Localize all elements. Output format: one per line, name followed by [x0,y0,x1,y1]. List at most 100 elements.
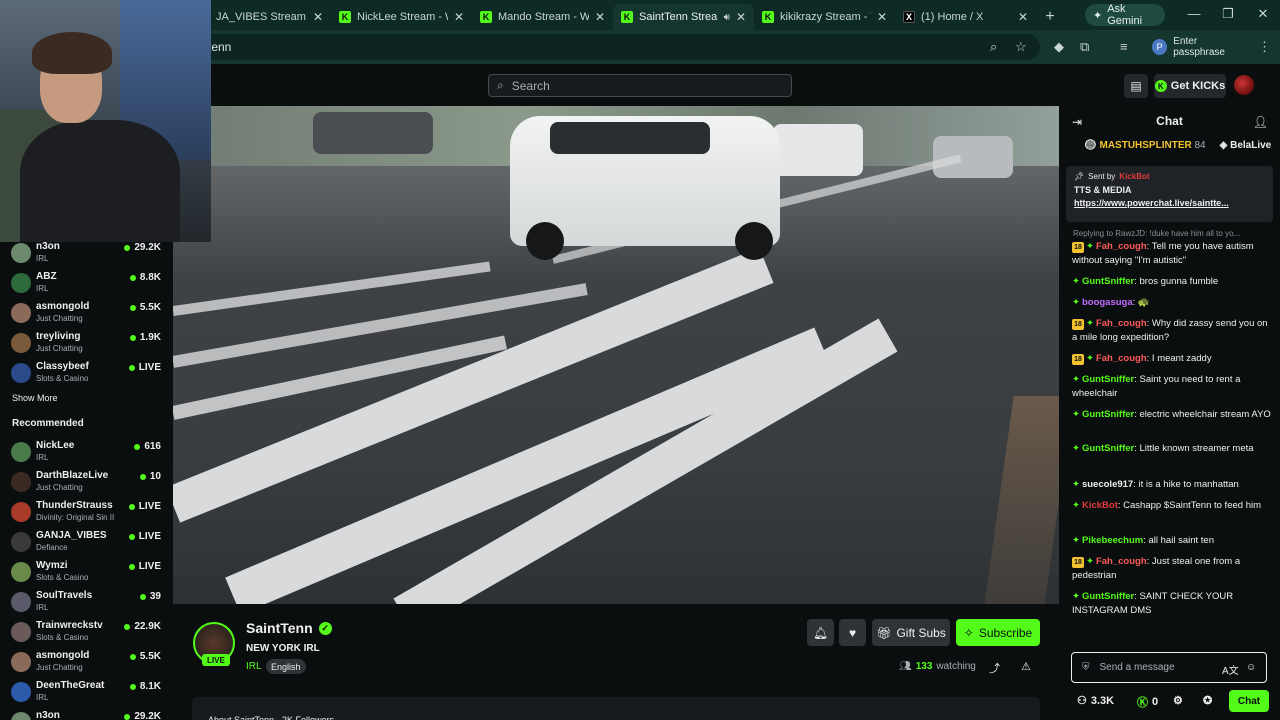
top-gifter[interactable]: 🟡︎ MASTUHSPLINTER 84 [1084,140,1206,160]
sidebar-channel[interactable]: SoulTravels IRL 39 [0,588,173,618]
gift-subs-button[interactable]: 🎁︎ Gift Subs [872,619,950,646]
gift-subs-label: Gift Subs [896,625,946,640]
get-kicks-button[interactable]: K Get KICKs [1154,74,1226,98]
chat-username[interactable]: boogasuga [1082,297,1133,308]
chat-username[interactable]: GuntSniffer [1082,443,1134,454]
sidebar-channel[interactable]: Classybeef Slots & Casino LIVE [0,359,173,389]
chat-message[interactable]: ✦ boogasuga: 🐢 [1072,296,1272,310]
share-icon[interactable]: ⤴ [989,660,1000,676]
layout-icon[interactable]: ▤ [1124,74,1148,98]
sidebar-channel[interactable]: ThunderStrauss Divinity: Original Sin II L… [0,498,173,528]
chat-message[interactable]: ✦ GuntSniffer: SAINT CHECK YOUR INSTAGRAM… [1072,590,1272,618]
tab-close-icon[interactable]: ✕ [1018,10,1028,24]
browser-tab[interactable]: K SaintTenn Stream 🔊︎ ✕ [613,4,754,30]
tab-close-icon[interactable]: ✕ [454,10,464,24]
tab-close-icon[interactable]: ✕ [877,10,887,24]
footer-kicks[interactable]: Ⓚ 0 [1137,694,1158,710]
settings-gear-icon[interactable]: ⚙ [1173,694,1183,707]
sidebar-channel[interactable]: DarthBlazeLive Just Chatting 10 [0,468,173,498]
chat-username[interactable]: GuntSniffer [1082,409,1134,420]
browser-tab[interactable]: KJA_VIBES Stream - Watc✕ [190,4,331,30]
chat-message[interactable]: ✦ GuntSniffer: Saint you need to rent a w… [1072,373,1272,401]
chat-send-button[interactable]: Chat [1229,690,1269,712]
language-tag[interactable]: English [266,659,306,674]
chat-message[interactable]: ✦ GuntSniffer: bros gunna fumble [1072,275,1272,289]
sidebar-channel[interactable]: treyliving Just Chatting 1.9K [0,329,173,359]
chat-users-icon[interactable]: 👤︎ [1253,115,1268,129]
chat-message[interactable]: 18 ✦ Fah_cough: Tell me you have autism wi… [1072,240,1272,268]
sidebar-channel[interactable]: Trainwreckstv Slots & Casino 22.9K [0,618,173,648]
emoji-icon[interactable]: ☺ [1246,662,1256,673]
chat-message[interactable]: ✦ KickBot: Cashapp $SaintTenn to feed him [1072,499,1272,513]
sidebar-channel[interactable]: asmongold Just Chatting 5.5K [0,648,173,678]
emote-icon[interactable]: ✪ [1203,694,1212,707]
chat-username[interactable]: Fah_cough [1096,241,1147,252]
chat-username[interactable]: GuntSniffer [1082,276,1134,287]
chat-username[interactable]: Fah_cough [1096,318,1147,329]
sidebar-channel[interactable]: asmongold Just Chatting 5.5K [0,299,173,329]
report-icon[interactable]: ⚠ [1021,660,1031,673]
tab-close-icon[interactable]: ✕ [736,10,746,24]
sidebar-channel[interactable]: ABZ IRL 8.8K [0,269,173,299]
tab-close-icon[interactable]: ✕ [595,10,605,24]
bookmark-star-icon[interactable]: ☆ [1015,39,1027,55]
sidebar-channel[interactable]: n3on IRL 29.2K [0,239,173,269]
browser-tab[interactable]: K NickLee Stream - Watc ✕ [331,4,472,30]
browser-menu-icon[interactable]: ⋮ [1258,39,1271,55]
notification-bell-icon[interactable]: 🔔︎ [807,619,834,646]
chat-message[interactable]: ✦ Pikebeechum: all hail saint ten [1072,534,1272,548]
ask-gemini-button[interactable]: ✦ Ask Gemini [1085,3,1165,27]
search-input[interactable]: ⌕ Search [488,74,792,97]
close-window-icon[interactable]: ✕ [1253,6,1273,22]
age-badge-icon: 18 [1072,242,1084,253]
subscribe-button[interactable]: ✧ Subscribe [956,619,1040,646]
live-dot-icon [128,563,135,570]
sidebar-channel[interactable]: n3on 29.2K [0,708,173,720]
chat-message[interactable]: 18 ✦ Fah_cough: Just steal one from a pede… [1072,555,1272,583]
chat-username[interactable]: GuntSniffer [1082,374,1134,385]
extension-icon[interactable]: ◆ [1054,39,1064,55]
live-badge: LIVE [202,654,230,666]
channel-name: Trainwreckstv [36,620,103,631]
browser-tab[interactable]: Kkikikrazy Stream - Watc ✕ [754,4,895,30]
extensions-puzzle-icon[interactable]: ⧉ [1080,39,1089,55]
minimize-icon[interactable]: — [1184,6,1204,21]
video-player[interactable] [173,106,1059,604]
chat-username[interactable]: suecole917 [1082,479,1133,490]
chat-message[interactable]: ✦ GuntSniffer: Little known streamer meta [1072,442,1272,456]
chat-message[interactable]: 18 ✦ Fah_cough: I meant zaddy [1072,352,1272,366]
sidebar-channel[interactable]: NickLee IRL 616 [0,438,173,468]
subscribe-label: Subscribe [978,625,1033,640]
zoom-icon[interactable]: ⌕ [990,39,997,55]
sidebar-channel[interactable]: DeenTheGreat IRL 8.1K [0,678,173,708]
stream-category[interactable]: IRL [246,661,262,672]
chat-username[interactable]: KickBot [1082,500,1118,511]
new-tab-icon[interactable]: + [1036,4,1064,30]
chat-message[interactable]: 18 ✦ Fah_cough: Why did zassy send you on … [1072,317,1272,345]
media-controls-icon[interactable]: ≡ [1120,39,1128,54]
follow-heart-icon[interactable]: ♥ [839,619,866,646]
translate-icon[interactable]: A文 [1222,662,1239,677]
pinned-message[interactable]: 📌︎ Sent by KickBot TTS & MEDIA https://w… [1066,166,1273,222]
chat-message[interactable]: ✦ GuntSniffer: electric wheelchair stream… [1072,408,1272,422]
sidebar-channel[interactable]: Wymzi Slots & Casino LIVE [0,558,173,588]
show-more-link[interactable]: Show More [12,393,58,403]
user-avatar[interactable] [1234,75,1254,95]
streamer-name[interactable]: SaintTenn [246,620,313,636]
browser-tab[interactable]: X (1) Home / X ✕ [895,4,1036,30]
browser-tab[interactable]: K Mando Stream - Watc ✕ [472,4,613,30]
passphrase-button[interactable]: P Enter passphrase [1148,35,1248,59]
restore-icon[interactable]: ❐ [1218,6,1238,22]
pinned-link[interactable]: https://www.powerchat.live/saintte... [1074,198,1265,208]
top-gifter[interactable]: ◈ BelaLive [1220,140,1272,160]
chat-username[interactable]: GuntSniffer [1082,591,1134,602]
chat-username[interactable]: Pikebeechum [1082,535,1143,546]
chat-input-placeholder: Send a message [1099,662,1175,673]
tab-audio-icon[interactable]: 🔊︎ [724,12,730,23]
chat-message[interactable]: ✦ suecole917: it is a hike to manhattan [1072,478,1272,492]
chat-message-input[interactable]: ⛨ Send a message A文 ☺ [1071,652,1267,683]
chat-username[interactable]: Fah_cough [1096,353,1147,364]
tab-close-icon[interactable]: ✕ [313,10,323,24]
sidebar-channel[interactable]: GANJA_VIBES Defiance LIVE [0,528,173,558]
chat-username[interactable]: Fah_cough [1096,556,1147,567]
